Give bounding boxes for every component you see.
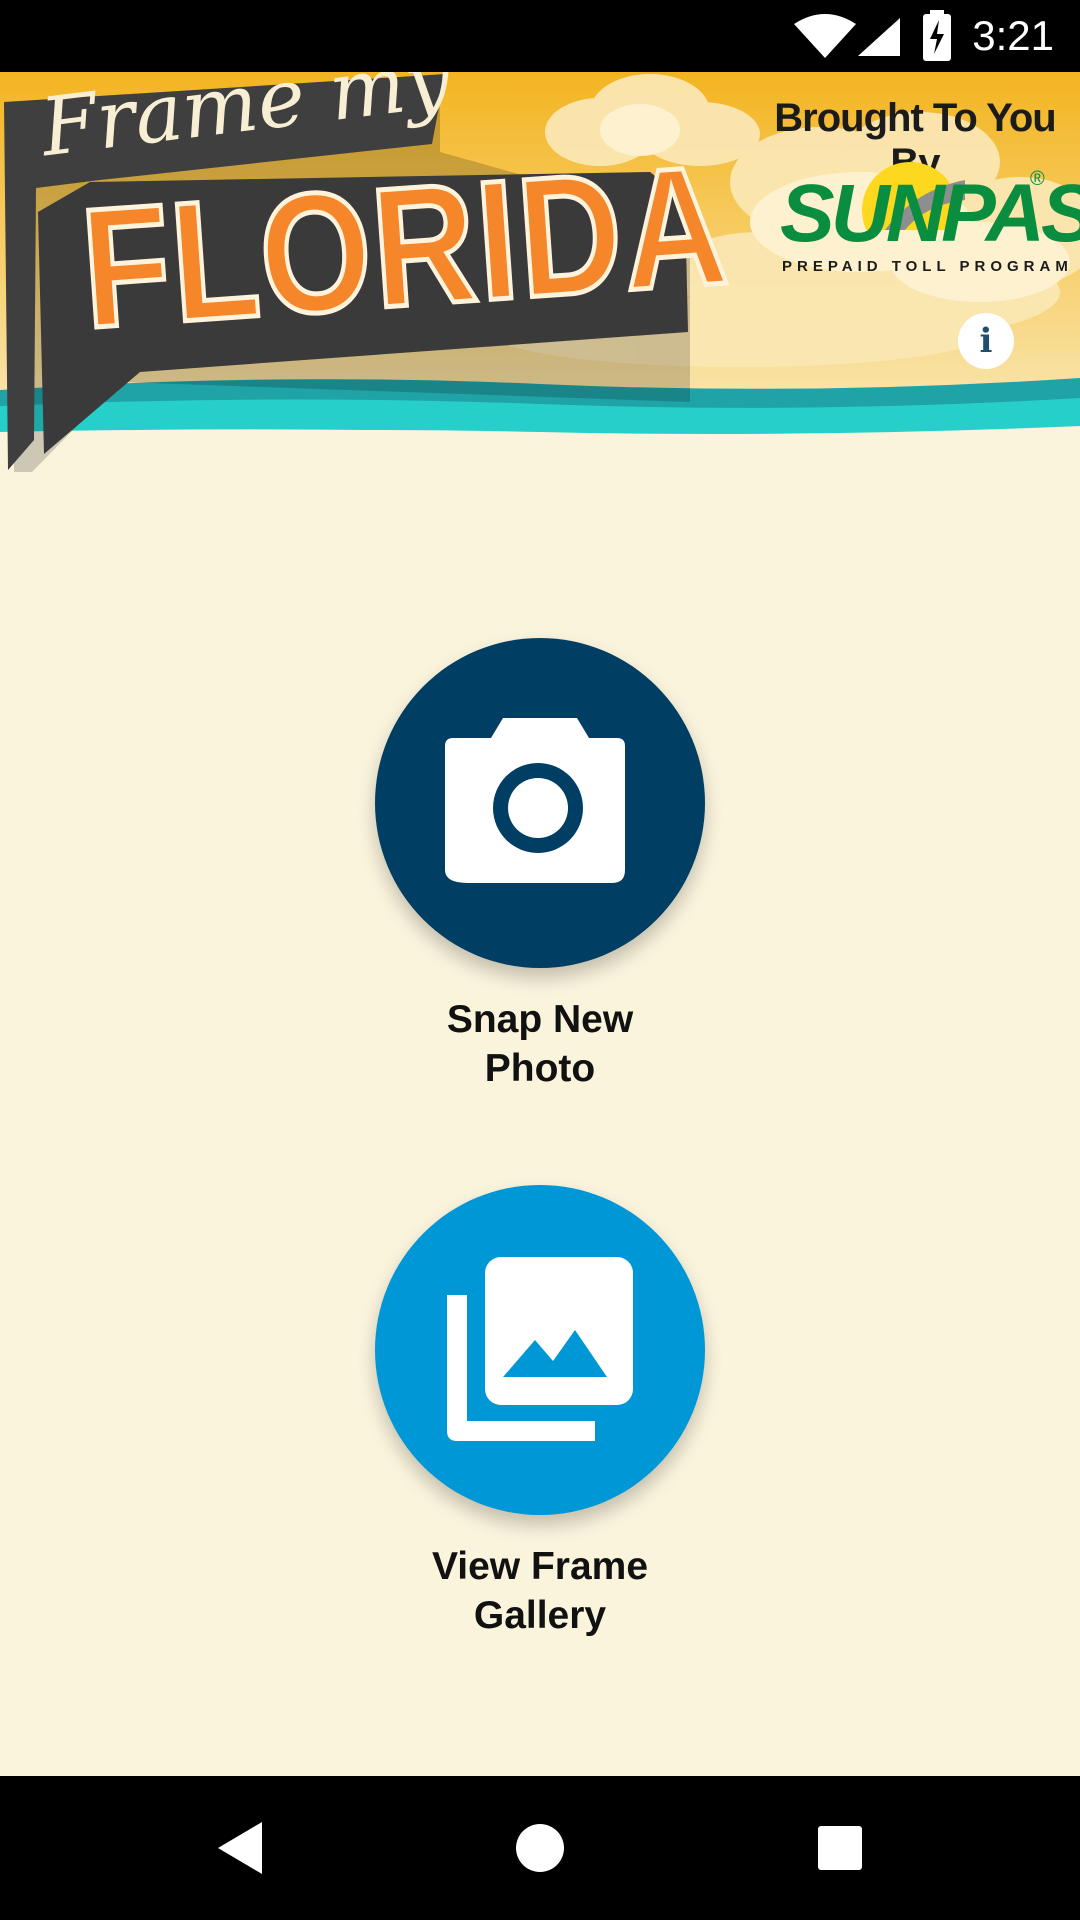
header-banner: Frame my FLORIDA Brought To You By SUNPA…: [0, 72, 1080, 512]
gallery-label-line2: Gallery: [473, 1594, 607, 1637]
snap-label-line1: Snap New: [446, 998, 634, 1041]
app-logo: Frame my FLORIDA: [0, 72, 737, 492]
recents-icon: [818, 1826, 862, 1870]
sponsor-tagline: PREPAID TOLL PROGRAM: [782, 258, 1073, 275]
info-button[interactable]: i: [958, 313, 1014, 369]
status-time: 3:21: [972, 12, 1054, 59]
recents-button[interactable]: [780, 1776, 900, 1920]
home-button[interactable]: [480, 1776, 600, 1920]
snap-new-photo-label: Snap New Photo: [340, 995, 740, 1093]
wifi-icon: [794, 14, 856, 58]
battery-charging-icon: [923, 10, 951, 61]
logo-line2: FLORIDA: [74, 128, 737, 367]
camera-icon: [445, 718, 625, 883]
gallery-label-line1: View Frame: [431, 1545, 649, 1588]
gallery-icon: [447, 1257, 633, 1441]
navigation-bar: [0, 1776, 1080, 1920]
home-icon: [516, 1824, 564, 1872]
snap-label-line2: Photo: [484, 1047, 596, 1090]
snap-new-photo-button[interactable]: [375, 638, 705, 968]
back-button[interactable]: [180, 1776, 300, 1920]
view-frame-gallery-button[interactable]: [375, 1185, 705, 1515]
cell-signal-icon: [858, 18, 900, 56]
status-bar: 3:21: [0, 0, 1080, 72]
view-frame-gallery-label: View Frame Gallery: [340, 1542, 740, 1640]
registered-mark: ®: [1030, 168, 1045, 190]
back-icon: [218, 1822, 262, 1874]
